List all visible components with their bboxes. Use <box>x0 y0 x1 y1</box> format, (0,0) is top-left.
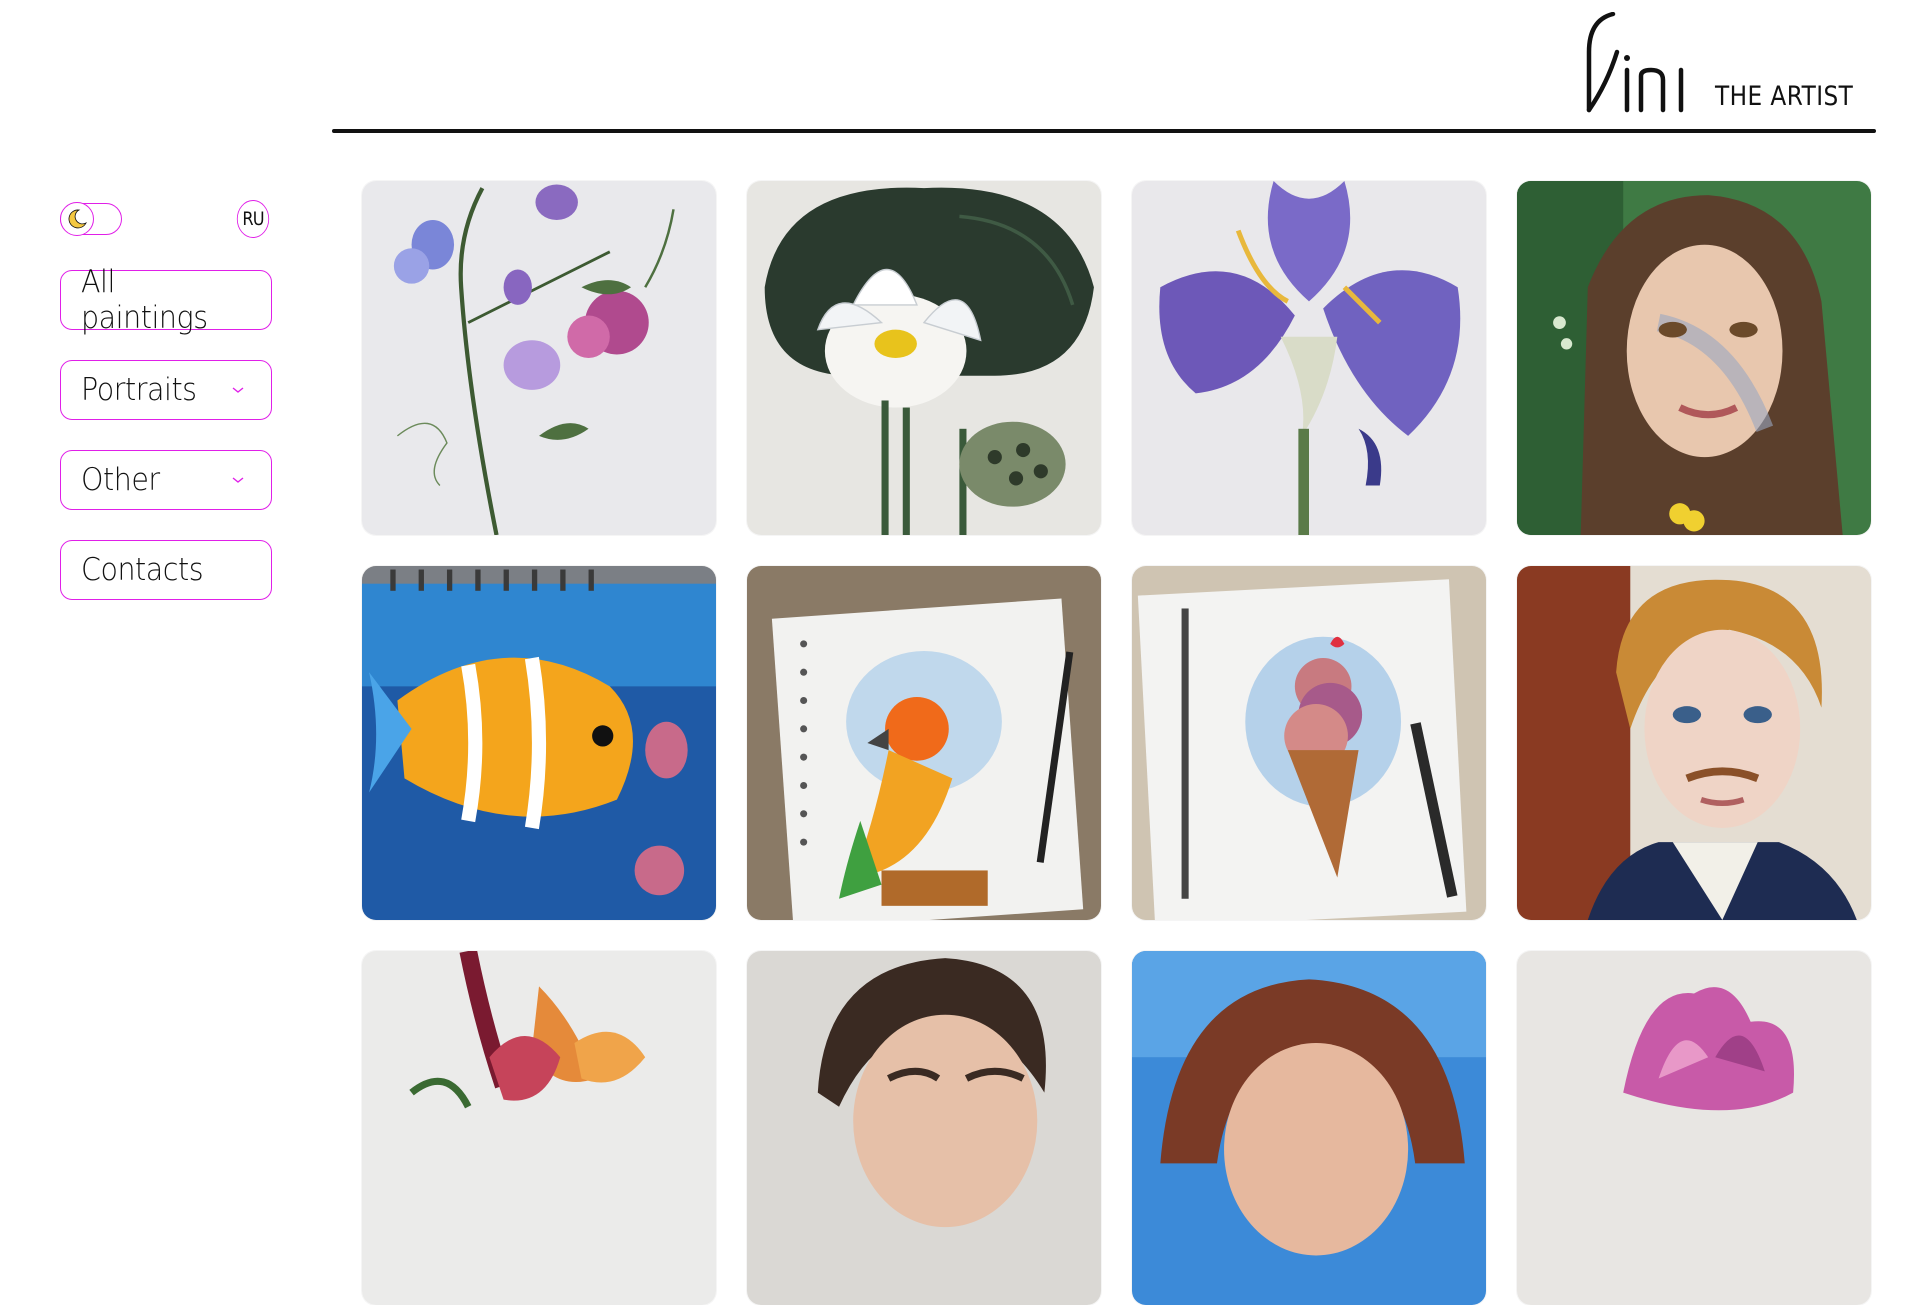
painting-tile-tropical-fish[interactable] <box>362 566 716 920</box>
painting-tile-purple-iris[interactable] <box>1132 181 1486 535</box>
nav-label: All paintings <box>81 264 208 336</box>
nav-label: Other <box>81 462 160 498</box>
painting-image <box>1132 566 1486 920</box>
chevron-down-icon <box>232 387 244 393</box>
painting-image <box>747 951 1101 1305</box>
nav-contacts[interactable]: Contacts <box>60 540 272 600</box>
nav-label: Contacts <box>81 552 204 588</box>
nav-label: Portraits <box>81 372 197 408</box>
painting-tile-girl-portrait[interactable] <box>1517 181 1871 535</box>
painting-image <box>747 566 1101 920</box>
painting-image <box>1517 566 1871 920</box>
painting-tile-man-portrait[interactable] <box>747 951 1101 1305</box>
painting-tile-pink-magnolia[interactable] <box>1517 951 1871 1305</box>
painting-tile-parrot[interactable] <box>747 566 1101 920</box>
painting-gallery <box>362 181 1871 1305</box>
chevron-down-icon <box>232 477 244 483</box>
theme-toggle[interactable] <box>60 202 122 236</box>
header-divider <box>332 129 1876 133</box>
painting-image <box>1517 181 1871 535</box>
painting-image <box>362 951 716 1305</box>
theme-toggle-knob <box>60 202 94 236</box>
painting-tile-woman-portrait[interactable] <box>1132 951 1486 1305</box>
tagline: THE ARTIST <box>1715 81 1854 112</box>
nav-all-paintings[interactable]: All paintings <box>60 264 272 336</box>
painting-image <box>1132 181 1486 535</box>
nav-other[interactable]: Other <box>60 450 272 510</box>
language-button[interactable]: RU <box>236 200 270 238</box>
painting-image <box>362 181 716 535</box>
painting-image <box>1132 951 1486 1305</box>
painting-tile-mustache-man[interactable] <box>1517 566 1871 920</box>
painting-image <box>747 181 1101 535</box>
nav-portraits[interactable]: Portraits <box>60 360 272 420</box>
sidebar-controls: RU <box>60 198 272 240</box>
painting-image <box>1517 951 1871 1305</box>
painting-image <box>362 566 716 920</box>
painting-tile-ice-cream[interactable] <box>1132 566 1486 920</box>
vini-logo-mark <box>1586 12 1684 113</box>
moon-icon <box>68 209 87 229</box>
painting-tile-orchid[interactable] <box>362 951 716 1305</box>
sidebar: RU All paintings Portraits Other Contact… <box>60 198 272 630</box>
site-logo[interactable]: THE ARTIST <box>1581 12 1876 122</box>
painting-tile-white-lotus[interactable] <box>747 181 1101 535</box>
painting-tile-sweet-pea[interactable] <box>362 181 716 535</box>
